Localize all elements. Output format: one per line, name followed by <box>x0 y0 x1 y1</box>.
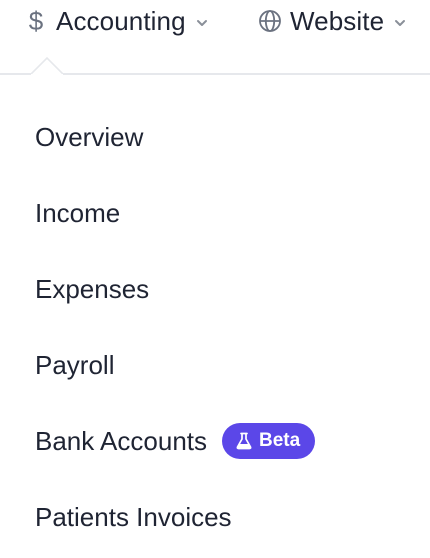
menu-item-bank-accounts[interactable]: Bank Accounts Beta <box>35 419 316 463</box>
flask-icon <box>236 432 252 450</box>
menu-item-label: Payroll <box>35 349 115 380</box>
menu-item-label: Expenses <box>35 273 150 304</box>
chevron-down-icon <box>393 16 407 30</box>
beta-badge-label: Beta <box>259 430 301 451</box>
menu-item-expenses[interactable]: Expenses <box>35 267 149 311</box>
chevron-down-icon <box>195 16 209 30</box>
accounting-dropdown-menu: Overview Income Expenses Payroll Bank Ac… <box>0 75 430 558</box>
top-navigation: $ Accounting Website <box>0 0 430 44</box>
menu-item-label: Bank Accounts <box>35 425 207 456</box>
menu-item-label: Patients Invoices <box>35 501 232 532</box>
menu-item-payroll[interactable]: Payroll <box>35 343 114 387</box>
dollar-icon: $ <box>28 5 44 36</box>
beta-badge: Beta <box>222 423 316 459</box>
dropdown-caret <box>31 56 63 75</box>
menu-item-patients-invoices[interactable]: Patients Invoices <box>35 495 232 539</box>
menu-item-label: Overview <box>35 121 144 152</box>
menu-item-income[interactable]: Income <box>35 191 120 235</box>
website-label: Website <box>290 5 385 36</box>
menu-item-label: Income <box>35 197 121 228</box>
accounting-menu-trigger[interactable]: $ Accounting <box>24 4 209 38</box>
website-menu-trigger[interactable]: Website <box>258 4 407 38</box>
globe-icon <box>258 9 282 33</box>
accounting-label: Accounting <box>56 5 186 36</box>
menu-item-overview[interactable]: Overview <box>35 115 143 159</box>
